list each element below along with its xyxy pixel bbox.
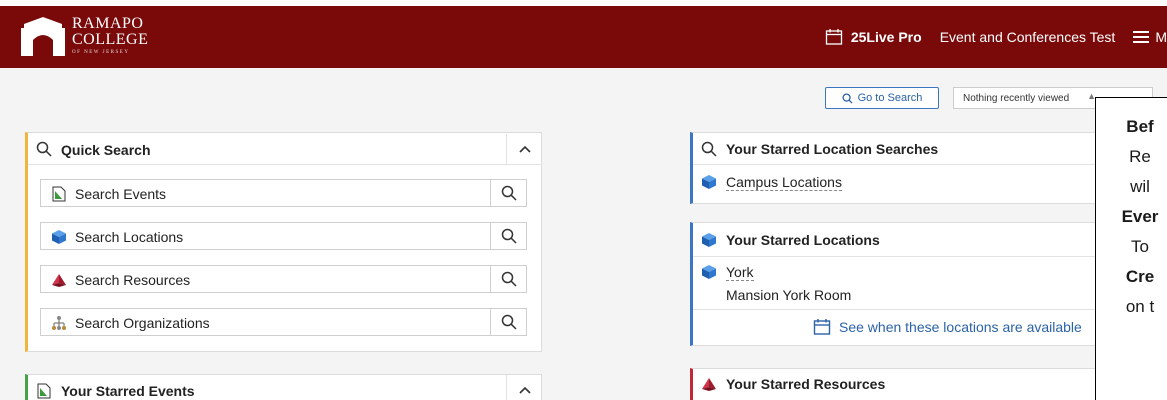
main-menu-button[interactable]: M bbox=[1133, 29, 1167, 45]
search-organizations-button[interactable] bbox=[490, 309, 526, 335]
search-resources-label: Search Resources bbox=[75, 272, 191, 288]
starred-events-card: Your Starred Events bbox=[25, 374, 542, 400]
search-locations-button[interactable] bbox=[490, 223, 526, 249]
app-header: RAMAPO COLLEGE OF NEW JERSEY 25Live Pro … bbox=[0, 0, 1167, 68]
callout-line-7: on t bbox=[1125, 297, 1155, 316]
search-events-button[interactable] bbox=[490, 180, 526, 206]
recently-viewed-value: Nothing recently viewed bbox=[963, 92, 1070, 104]
card-divider bbox=[693, 256, 1100, 257]
ramapo-logo[interactable]: RAMAPO COLLEGE OF NEW JERSEY bbox=[18, 16, 148, 56]
search-icon bbox=[842, 92, 853, 104]
search-organizations-row[interactable]: Search Organizations bbox=[40, 308, 527, 336]
starred-locations-title: Your Starred Locations bbox=[726, 232, 880, 248]
calendar-icon bbox=[825, 28, 843, 46]
event-icon bbox=[52, 186, 66, 202]
search-icon bbox=[701, 141, 717, 157]
search-events-row[interactable]: Search Events bbox=[40, 179, 527, 207]
starred-location-searches-card: Your Starred Location Searches Campus Lo… bbox=[690, 132, 1100, 204]
collapse-starred-events-button[interactable] bbox=[506, 375, 542, 400]
starred-resources-card: Your Starred Resources bbox=[690, 368, 1100, 400]
card-divider bbox=[28, 164, 542, 165]
availability-label: See when these locations are available bbox=[839, 319, 1082, 335]
location-york-formal-name: Mansion York Room bbox=[726, 287, 852, 303]
location-icon bbox=[702, 265, 716, 279]
location-icon bbox=[702, 233, 716, 247]
quick-search-title: Quick Search bbox=[61, 142, 151, 158]
callout-line-3: wil bbox=[1130, 177, 1150, 196]
calendar-icon bbox=[813, 319, 831, 335]
organization-icon bbox=[52, 316, 66, 330]
search-icon bbox=[501, 228, 517, 244]
menu-label: M bbox=[1155, 29, 1167, 45]
search-locations-row[interactable]: Search Locations bbox=[40, 222, 527, 250]
starred-locations-card: Your Starred Locations York Mansion York… bbox=[690, 222, 1100, 346]
location-icon bbox=[702, 175, 716, 189]
callout-line-2: Re bbox=[1129, 147, 1151, 166]
location-availability-link[interactable]: See when these locations are available bbox=[813, 318, 1082, 336]
logo-line-2: COLLEGE bbox=[72, 31, 149, 48]
callout-line-4: Ever bbox=[1121, 207, 1159, 226]
logo-line-1: RAMAPO bbox=[72, 15, 144, 32]
starred-resources-title: Your Starred Resources bbox=[726, 376, 886, 392]
callout-line-5: To bbox=[1131, 237, 1149, 256]
user-name-link[interactable]: Event and Conferences Test bbox=[940, 29, 1116, 45]
hamburger-icon bbox=[1133, 31, 1150, 43]
collapse-quick-search-button[interactable] bbox=[506, 134, 542, 164]
campus-locations-link[interactable]: Campus Locations bbox=[726, 174, 842, 191]
arch-logo-icon bbox=[21, 17, 65, 56]
chevron-up-icon bbox=[518, 145, 531, 153]
search-events-label: Search Events bbox=[75, 186, 167, 202]
starred-location-searches-title: Your Starred Location Searches bbox=[726, 141, 939, 157]
search-icon bbox=[501, 314, 517, 330]
instruction-callout: Bef Re wil Ever To Cre on t bbox=[1095, 97, 1167, 400]
search-icon bbox=[501, 271, 517, 287]
search-icon bbox=[36, 141, 52, 162]
card-divider bbox=[693, 309, 1100, 310]
resource-icon bbox=[702, 378, 716, 391]
search-resources-row[interactable]: Search Resources bbox=[40, 265, 527, 293]
callout-line-6: Cre bbox=[1125, 267, 1155, 286]
chevron-up-icon bbox=[518, 386, 531, 394]
location-icon bbox=[52, 230, 66, 244]
card-divider bbox=[693, 164, 1100, 165]
search-icon bbox=[501, 185, 517, 201]
search-locations-label: Search Locations bbox=[75, 229, 184, 245]
callout-line-1: Bef bbox=[1126, 117, 1154, 136]
search-resources-button[interactable] bbox=[490, 266, 526, 292]
starred-events-title: Your Starred Events bbox=[61, 383, 195, 399]
go-to-search-label: Go to Search bbox=[857, 92, 923, 104]
search-organizations-label: Search Organizations bbox=[75, 315, 210, 331]
logo-line-3: OF NEW JERSEY bbox=[72, 50, 130, 55]
event-icon bbox=[37, 383, 51, 399]
brand-link[interactable]: 25Live Pro bbox=[851, 29, 922, 45]
location-york-link[interactable]: York bbox=[726, 264, 754, 281]
go-to-search-button[interactable]: Go to Search bbox=[825, 87, 939, 109]
resource-icon bbox=[52, 274, 66, 287]
